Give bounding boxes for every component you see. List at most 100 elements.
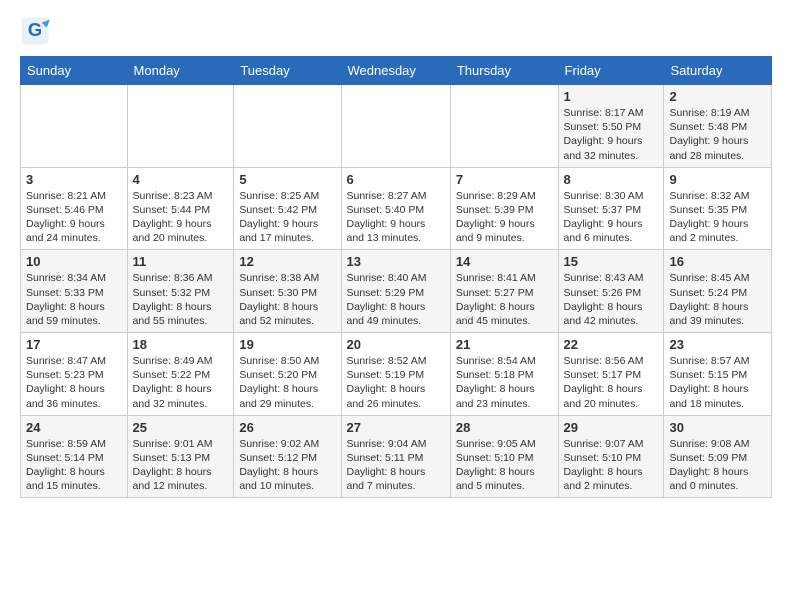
day-info: Sunrise: 8:29 AM Sunset: 5:39 PM Dayligh… — [456, 189, 553, 246]
day-number: 10 — [26, 254, 122, 269]
calendar-cell: 11 Sunrise: 8:36 AM Sunset: 5:32 PM Dayli… — [127, 250, 234, 333]
calendar-cell: 20 Sunrise: 8:52 AM Sunset: 5:19 PM Dayli… — [341, 333, 450, 416]
day-number: 20 — [347, 337, 445, 352]
calendar-cell: 15 Sunrise: 8:43 AM Sunset: 5:26 PM Dayli… — [558, 250, 664, 333]
calendar-cell: 3Sunrise: 8:21 AM Sunset: 5:46 PM Daylig… — [21, 167, 128, 250]
day-info: Sunrise: 8:34 AM Sunset: 5:33 PM Dayligh… — [26, 271, 122, 328]
day-info: Sunrise: 8:57 AM Sunset: 5:15 PM Dayligh… — [669, 354, 766, 411]
day-number: 15 — [564, 254, 659, 269]
day-number: 14 — [456, 254, 553, 269]
day-info: Sunrise: 8:21 AM Sunset: 5:46 PM Dayligh… — [26, 189, 122, 246]
calendar-cell: 13 Sunrise: 8:40 AM Sunset: 5:29 PM Dayli… — [341, 250, 450, 333]
calendar-cell: 17 Sunrise: 8:47 AM Sunset: 5:23 PM Dayli… — [21, 333, 128, 416]
calendar-cell: 26 Sunrise: 9:02 AM Sunset: 5:12 PM Dayli… — [234, 415, 341, 498]
calendar-cell — [127, 85, 234, 168]
calendar-cell: 18Sunrise: 8:49 AM Sunset: 5:22 PM Dayli… — [127, 333, 234, 416]
calendar-week-row: 17 Sunrise: 8:47 AM Sunset: 5:23 PM Dayli… — [21, 333, 772, 416]
svg-text:G: G — [28, 19, 42, 40]
calendar-cell: 4 Sunrise: 8:23 AM Sunset: 5:44 PM Daylig… — [127, 167, 234, 250]
day-number: 23 — [669, 337, 766, 352]
day-number: 4 — [133, 172, 229, 187]
day-info: Sunrise: 8:30 AM Sunset: 5:37 PM Dayligh… — [564, 189, 659, 246]
calendar-cell: 5Sunrise: 8:25 AM Sunset: 5:42 PM Daylig… — [234, 167, 341, 250]
day-number: 25 — [133, 420, 229, 435]
calendar-cell: 28 Sunrise: 9:05 AM Sunset: 5:10 PM Dayli… — [450, 415, 558, 498]
day-info: Sunrise: 8:54 AM Sunset: 5:18 PM Dayligh… — [456, 354, 553, 411]
calendar-week-row: 10 Sunrise: 8:34 AM Sunset: 5:33 PM Dayli… — [21, 250, 772, 333]
day-number: 17 — [26, 337, 122, 352]
day-number: 5 — [239, 172, 335, 187]
calendar-cell: 27 Sunrise: 9:04 AM Sunset: 5:11 PM Dayli… — [341, 415, 450, 498]
day-info: Sunrise: 8:47 AM Sunset: 5:23 PM Dayligh… — [26, 354, 122, 411]
day-number: 24 — [26, 420, 122, 435]
calendar-cell: 19Sunrise: 8:50 AM Sunset: 5:20 PM Dayli… — [234, 333, 341, 416]
day-info: Sunrise: 8:43 AM Sunset: 5:26 PM Dayligh… — [564, 271, 659, 328]
day-number: 22 — [564, 337, 659, 352]
logo-icon: G — [20, 16, 50, 46]
day-info: Sunrise: 8:23 AM Sunset: 5:44 PM Dayligh… — [133, 189, 229, 246]
calendar-cell: 12 Sunrise: 8:38 AM Sunset: 5:30 PM Dayli… — [234, 250, 341, 333]
col-friday: Friday — [558, 57, 664, 85]
calendar-cell — [450, 85, 558, 168]
day-info: Sunrise: 8:27 AM Sunset: 5:40 PM Dayligh… — [347, 189, 445, 246]
col-wednesday: Wednesday — [341, 57, 450, 85]
calendar-cell: 21 Sunrise: 8:54 AM Sunset: 5:18 PM Dayli… — [450, 333, 558, 416]
day-number: 9 — [669, 172, 766, 187]
day-number: 29 — [564, 420, 659, 435]
day-number: 7 — [456, 172, 553, 187]
calendar-cell — [234, 85, 341, 168]
col-tuesday: Tuesday — [234, 57, 341, 85]
day-number: 27 — [347, 420, 445, 435]
day-number: 13 — [347, 254, 445, 269]
calendar-week-row: 24Sunrise: 8:59 AM Sunset: 5:14 PM Dayli… — [21, 415, 772, 498]
calendar-table: Sunday Monday Tuesday Wednesday Thursday… — [20, 56, 772, 498]
calendar-cell: 24Sunrise: 8:59 AM Sunset: 5:14 PM Dayli… — [21, 415, 128, 498]
day-number: 26 — [239, 420, 335, 435]
calendar-cell: 14 Sunrise: 8:41 AM Sunset: 5:27 PM Dayli… — [450, 250, 558, 333]
calendar-cell — [341, 85, 450, 168]
calendar-header-row: Sunday Monday Tuesday Wednesday Thursday… — [21, 57, 772, 85]
day-number: 30 — [669, 420, 766, 435]
day-info: Sunrise: 8:36 AM Sunset: 5:32 PM Dayligh… — [133, 271, 229, 328]
day-info: Sunrise: 9:05 AM Sunset: 5:10 PM Dayligh… — [456, 437, 553, 494]
day-number: 2 — [669, 89, 766, 104]
calendar-cell: 16Sunrise: 8:45 AM Sunset: 5:24 PM Dayli… — [664, 250, 772, 333]
page: G Sunday Monday Tuesday Wednesday Thursd… — [0, 0, 792, 514]
calendar-cell: 1Sunrise: 8:17 AM Sunset: 5:50 PM Daylig… — [558, 85, 664, 168]
header: G — [20, 16, 772, 46]
day-number: 28 — [456, 420, 553, 435]
calendar-cell: 23 Sunrise: 8:57 AM Sunset: 5:15 PM Dayli… — [664, 333, 772, 416]
day-number: 16 — [669, 254, 766, 269]
day-number: 12 — [239, 254, 335, 269]
calendar-cell: 30 Sunrise: 9:08 AM Sunset: 5:09 PM Dayli… — [664, 415, 772, 498]
day-info: Sunrise: 8:52 AM Sunset: 5:19 PM Dayligh… — [347, 354, 445, 411]
calendar-week-row: 3Sunrise: 8:21 AM Sunset: 5:46 PM Daylig… — [21, 167, 772, 250]
logo: G — [20, 16, 54, 46]
day-info: Sunrise: 9:02 AM Sunset: 5:12 PM Dayligh… — [239, 437, 335, 494]
day-number: 19 — [239, 337, 335, 352]
day-info: Sunrise: 8:38 AM Sunset: 5:30 PM Dayligh… — [239, 271, 335, 328]
calendar-cell: 22 Sunrise: 8:56 AM Sunset: 5:17 PM Dayli… — [558, 333, 664, 416]
day-number: 6 — [347, 172, 445, 187]
calendar-cell: 8 Sunrise: 8:30 AM Sunset: 5:37 PM Daylig… — [558, 167, 664, 250]
day-number: 21 — [456, 337, 553, 352]
day-info: Sunrise: 8:56 AM Sunset: 5:17 PM Dayligh… — [564, 354, 659, 411]
col-thursday: Thursday — [450, 57, 558, 85]
calendar-cell: 6 Sunrise: 8:27 AM Sunset: 5:40 PM Daylig… — [341, 167, 450, 250]
day-info: Sunrise: 9:01 AM Sunset: 5:13 PM Dayligh… — [133, 437, 229, 494]
day-info: Sunrise: 8:40 AM Sunset: 5:29 PM Dayligh… — [347, 271, 445, 328]
col-monday: Monday — [127, 57, 234, 85]
calendar-cell: 25 Sunrise: 9:01 AM Sunset: 5:13 PM Dayli… — [127, 415, 234, 498]
day-info: Sunrise: 9:04 AM Sunset: 5:11 PM Dayligh… — [347, 437, 445, 494]
day-number: 8 — [564, 172, 659, 187]
col-saturday: Saturday — [664, 57, 772, 85]
day-info: Sunrise: 9:07 AM Sunset: 5:10 PM Dayligh… — [564, 437, 659, 494]
day-info: Sunrise: 8:17 AM Sunset: 5:50 PM Dayligh… — [564, 106, 659, 163]
day-info: Sunrise: 9:08 AM Sunset: 5:09 PM Dayligh… — [669, 437, 766, 494]
day-info: Sunrise: 8:49 AM Sunset: 5:22 PM Dayligh… — [133, 354, 229, 411]
calendar-cell: 7 Sunrise: 8:29 AM Sunset: 5:39 PM Daylig… — [450, 167, 558, 250]
calendar-cell: 29 Sunrise: 9:07 AM Sunset: 5:10 PM Dayli… — [558, 415, 664, 498]
col-sunday: Sunday — [21, 57, 128, 85]
day-number: 11 — [133, 254, 229, 269]
day-info: Sunrise: 8:41 AM Sunset: 5:27 PM Dayligh… — [456, 271, 553, 328]
